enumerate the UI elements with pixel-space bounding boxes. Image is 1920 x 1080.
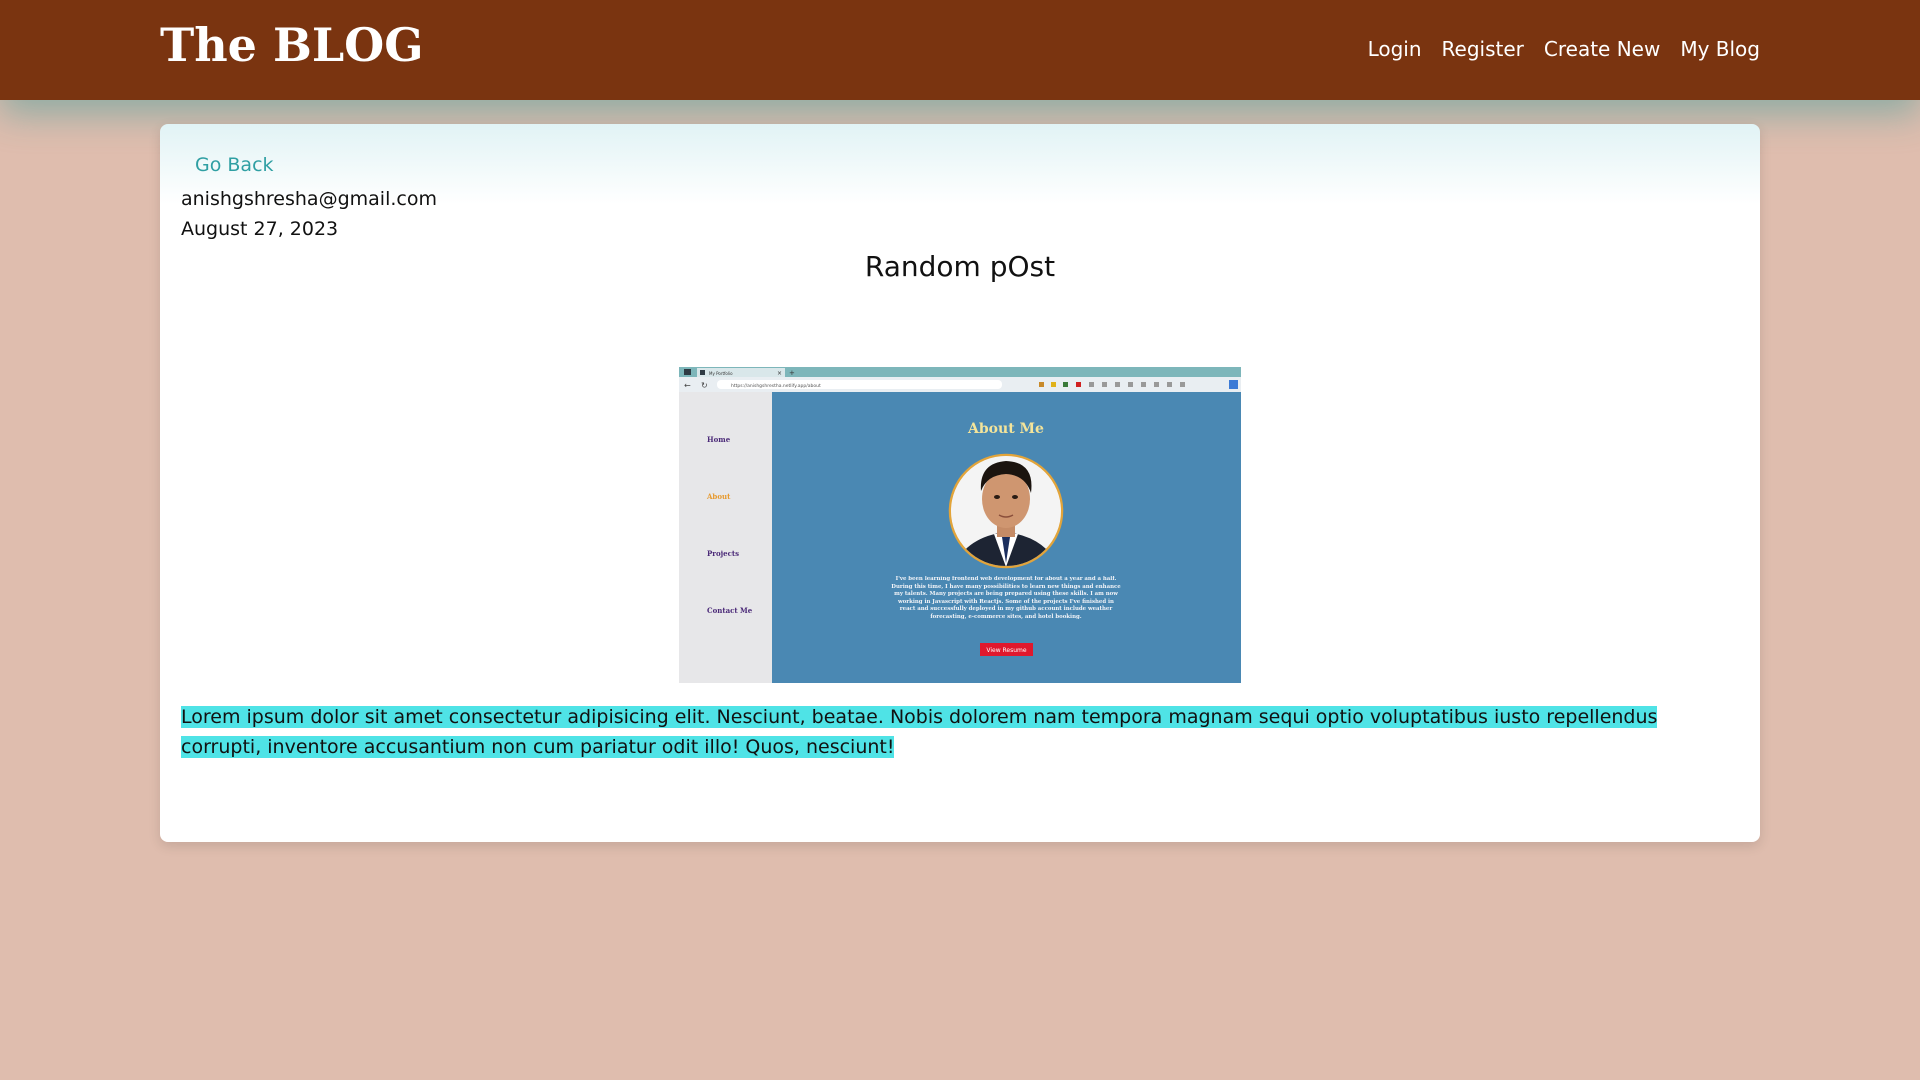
- screenshot-tab-title: My Portfolio: [709, 371, 733, 376]
- screenshot-nav-projects: Projects: [707, 549, 739, 558]
- post-title: Random pOst: [864, 250, 1056, 283]
- nav-register-link[interactable]: Register: [1442, 37, 1524, 61]
- screenshot-nav-contact: Contact Me: [707, 606, 753, 615]
- svg-text:+: +: [789, 369, 795, 377]
- screenshot-nav-about: About: [706, 492, 731, 501]
- nav-login-link[interactable]: Login: [1368, 37, 1422, 61]
- svg-text:View Resume: View Resume: [986, 647, 1027, 654]
- brand-logo[interactable]: The BLOG: [160, 18, 424, 72]
- post-date: August 27, 2023: [181, 218, 339, 240]
- post-author: anishgshresha@gmail.com: [181, 188, 437, 210]
- screenshot-url: https://anishgshrestha.netlify.app/about: [731, 383, 821, 389]
- post-card: Go Back anishgshresha@gmail.com August 2…: [160, 124, 1760, 842]
- nav-my-blog-link[interactable]: My Blog: [1680, 37, 1760, 61]
- svg-text:↻: ↻: [701, 381, 708, 390]
- svg-text:×: ×: [777, 370, 782, 377]
- svg-text:←: ←: [684, 381, 691, 390]
- post-image: My Portfolio × + ← ↻ https://anishgshres…: [679, 367, 1241, 683]
- post-body: Lorem ipsum dolor sit amet consectetur a…: [181, 702, 1741, 762]
- screenshot-paragraph: I've been learning frontend web developm…: [891, 576, 1121, 620]
- go-back-link[interactable]: Go Back: [195, 154, 274, 176]
- screenshot-heading: About Me: [967, 421, 1044, 437]
- portfolio-screenshot: My Portfolio × + ← ↻ https://anishgshres…: [679, 367, 1241, 683]
- nav-create-new-link[interactable]: Create New: [1544, 37, 1660, 61]
- post-body-text: Lorem ipsum dolor sit amet consectetur a…: [181, 706, 1658, 758]
- screenshot-nav-home: Home: [707, 435, 731, 444]
- nav-links: Login Register Create New My Blog: [1368, 37, 1760, 61]
- navbar: The BLOG Login Register Create New My Bl…: [0, 0, 1920, 100]
